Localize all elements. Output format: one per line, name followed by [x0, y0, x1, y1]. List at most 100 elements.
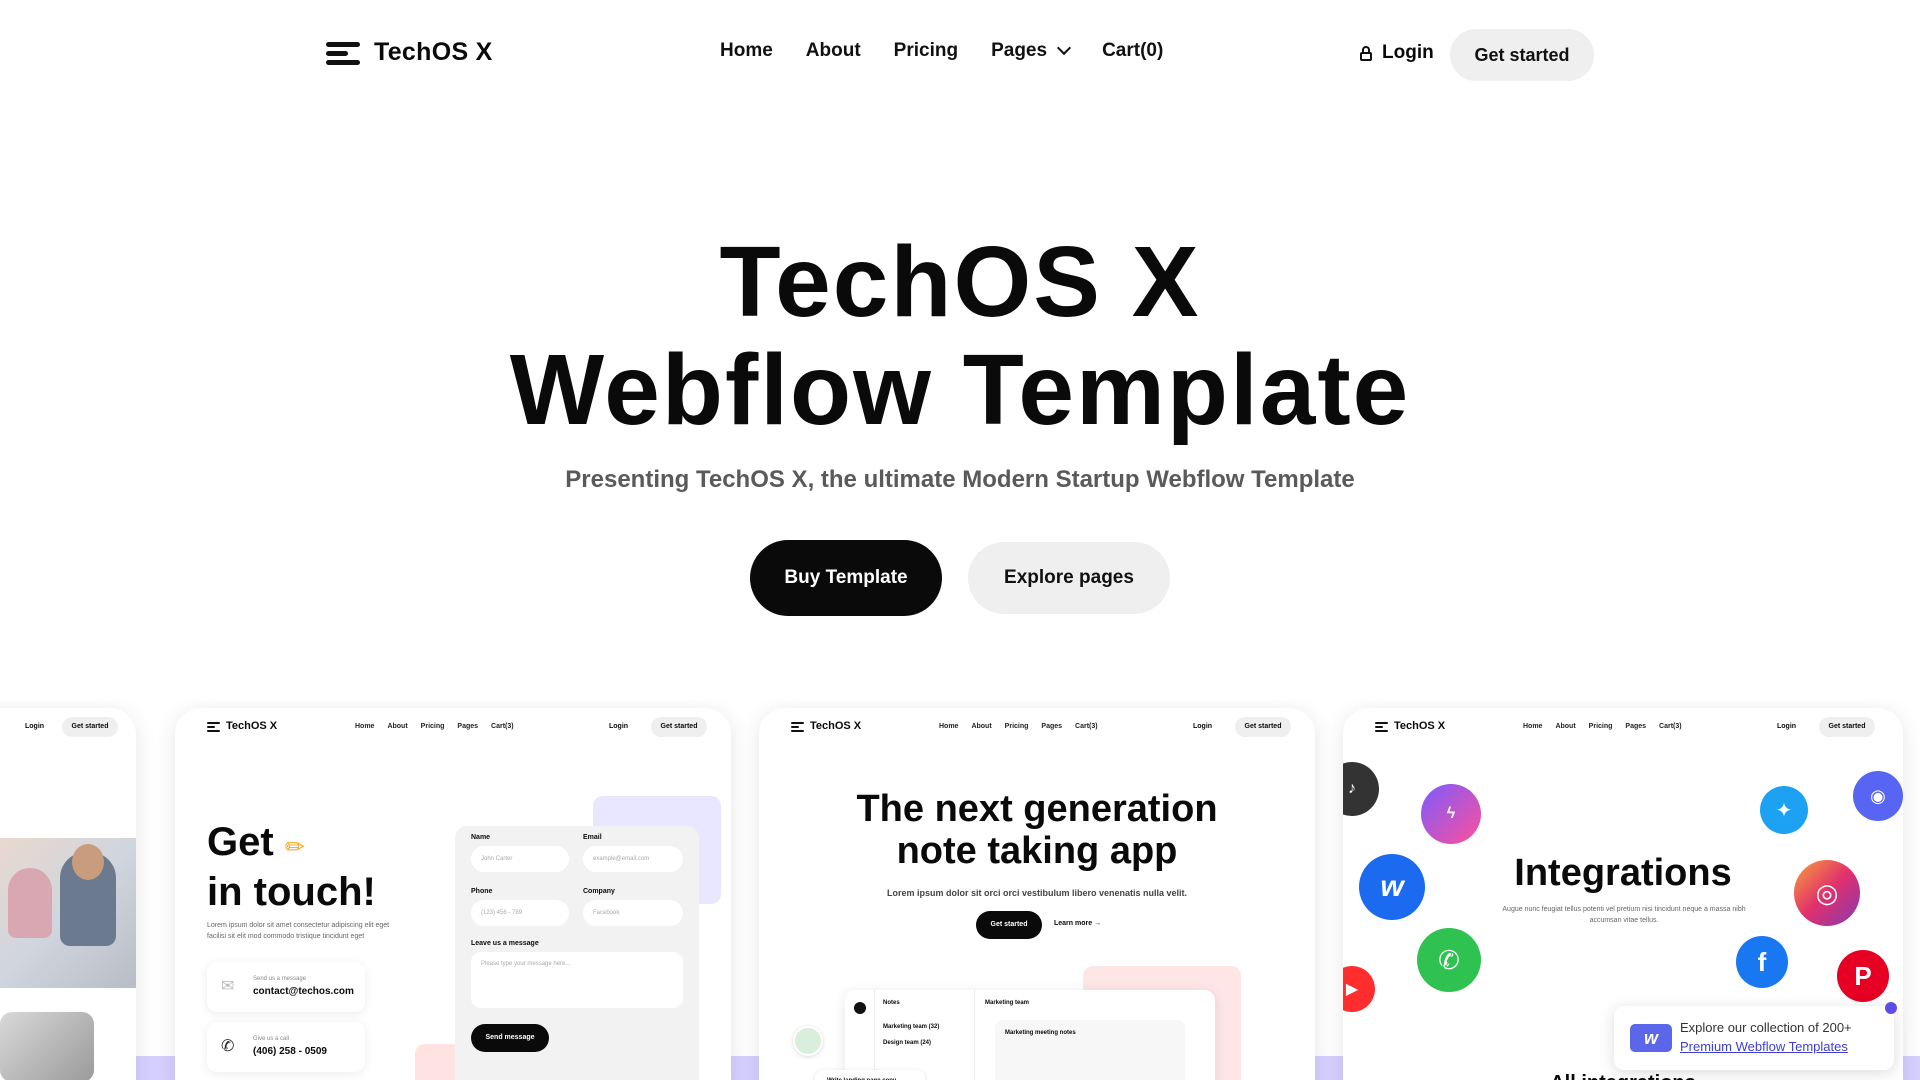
explore-pages-button[interactable]: Explore pages	[968, 542, 1170, 614]
nav-link-about[interactable]: About	[806, 40, 861, 62]
menu-lines-icon	[326, 39, 360, 67]
mini-login: Login	[25, 723, 45, 730]
email-label: Send us a message	[253, 976, 307, 982]
messenger-icon: ϟ	[1421, 784, 1481, 844]
mini-login: Login	[1193, 723, 1213, 730]
task-chip: Write landing page copy	[815, 1070, 925, 1080]
preview-card-about[interactable]: Login Get started	[0, 708, 136, 1080]
all-integrations-heading: All integrations	[1343, 1072, 1903, 1080]
send-message-button[interactable]: Send message	[471, 1024, 549, 1052]
pencil-icon: ✏	[284, 834, 305, 861]
hero-title: TechOS X Webflow Template	[0, 228, 1920, 444]
notes-title: The next generation note taking app	[759, 788, 1315, 872]
mini-links: Home About Pricing Pages Cart(3)	[355, 723, 514, 730]
webflow-logo-icon: w	[1630, 1024, 1672, 1052]
app-notes-item: Marketing team (32)	[883, 1024, 940, 1030]
nav-link-pages[interactable]: Pages	[991, 40, 1072, 62]
nav-link-pages-label: Pages	[991, 40, 1048, 61]
hero-subtitle: Presenting TechOS X, the ultimate Modern…	[565, 466, 1355, 493]
premium-templates-link[interactable]: Premium Webflow Templates	[1680, 1039, 1848, 1054]
app-sidebar	[845, 990, 875, 1080]
app-logo-dot	[854, 1002, 866, 1014]
avatar	[793, 1026, 823, 1056]
lock-icon	[1360, 45, 1372, 61]
integrations-subtitle: Augue nunc feugiat tellus potenti vel pr…	[1502, 906, 1746, 924]
phone-field[interactable]: (123) 456 - 789	[471, 900, 569, 926]
nav-link-pricing[interactable]: Pricing	[894, 40, 958, 62]
integrations-title: Integrations	[1514, 852, 1732, 894]
app-note-panel: Marketing meeting notes	[995, 1020, 1185, 1080]
app-notes-list: Notes Marketing team (32) Design team (2…	[875, 990, 975, 1080]
whatsapp-icon: ✆	[1417, 928, 1481, 992]
company-field[interactable]: Facebook	[583, 900, 683, 926]
mini-links: Home About Pricing Pages Cart(3)	[939, 723, 1098, 730]
office-photo	[0, 1012, 94, 1080]
mini-link: Home	[1523, 723, 1543, 730]
hero-title-line2: Webflow Template	[509, 334, 1411, 446]
youtube-icon: ▶	[1343, 966, 1375, 1012]
phone-value: (406) 258 - 0509	[253, 1046, 327, 1057]
twitter-icon: ✦	[1760, 786, 1808, 834]
main-menu: Home About Pricing Pages Cart(0)	[720, 40, 1163, 62]
hero-title-line1: TechOS X	[719, 226, 1201, 338]
mini-get-started: Get started	[62, 717, 118, 737]
email-field[interactable]: example@email.com	[583, 846, 683, 872]
mini-navbar: TechOS X Home About Pricing Pages Cart(3…	[175, 708, 731, 748]
mini-link: Pages	[457, 723, 479, 730]
nav-link-home[interactable]: Home	[720, 40, 773, 62]
team-photo	[0, 838, 136, 988]
mini-brand-name: TechOS X	[226, 720, 278, 732]
menu-lines-icon	[791, 721, 804, 732]
name-field[interactable]: John Carter	[471, 846, 569, 872]
mini-login: Login	[1777, 723, 1797, 730]
mini-get-started: Get started	[1819, 717, 1875, 737]
mini-brand: TechOS X	[207, 720, 277, 732]
login-link[interactable]: Login	[1360, 42, 1434, 64]
mini-link: Home	[939, 723, 959, 730]
templates-promo-toast[interactable]: w Explore our collection of 200+ Premium…	[1614, 1006, 1894, 1070]
mini-link: Pages	[1625, 723, 1647, 730]
notification-dot	[1885, 1002, 1897, 1014]
mini-link: About	[1555, 723, 1576, 730]
mini-link: Cart(3)	[491, 723, 514, 730]
mini-get-started: Get started	[1235, 717, 1291, 737]
mini-link: About	[387, 723, 408, 730]
mini-link: Pricing	[420, 723, 445, 730]
mini-brand-name: TechOS X	[1394, 720, 1446, 732]
notes-title-line2: note taking app	[896, 830, 1178, 872]
contact-title-line2: in touch!	[207, 870, 376, 914]
top-navbar: TechOS X Home About Pricing Pages Cart(0…	[0, 0, 1920, 108]
message-label: Leave us a message	[471, 940, 539, 947]
nav-link-cart[interactable]: Cart(0)	[1102, 40, 1163, 62]
notes-get-started: Get started	[976, 911, 1042, 939]
mini-navbar: TechOS X Home About Pricing Pages Cart(3…	[1343, 708, 1903, 748]
notes-title-line1: The next generation	[856, 788, 1218, 830]
name-label: Name	[471, 834, 491, 841]
brand-logo[interactable]: TechOS X	[326, 38, 493, 67]
mini-link: About	[971, 723, 992, 730]
preview-card-contact[interactable]: TechOS X Home About Pricing Pages Cart(3…	[175, 708, 731, 1080]
get-started-button[interactable]: Get started	[1450, 29, 1594, 81]
mini-brand: TechOS X	[791, 720, 861, 732]
mini-login: Login	[609, 723, 629, 730]
message-field[interactable]: Please type your message here...	[471, 952, 683, 1008]
email-info-box: ✉ Send us a message contact@techos.com	[207, 962, 365, 1012]
phone-label: Give us a call	[253, 1036, 290, 1042]
buy-template-button[interactable]: Buy Template	[750, 540, 942, 616]
pinterest-icon: P	[1837, 950, 1889, 1002]
discord-icon: ◉	[1853, 771, 1903, 821]
mini-links: Home About Pricing Pages Cart(3)	[1523, 723, 1682, 730]
menu-lines-icon	[207, 721, 220, 732]
mini-link: Pricing	[1004, 723, 1029, 730]
mini-link: Cart(3)	[1659, 723, 1682, 730]
preview-card-notes[interactable]: TechOS X Home About Pricing Pages Cart(3…	[759, 708, 1315, 1080]
toast-text: Explore our collection of 200+	[1680, 1020, 1852, 1035]
contact-title: Get ✏ in touch!	[207, 820, 376, 914]
chevron-down-icon	[1056, 40, 1072, 56]
login-label: Login	[1382, 42, 1434, 63]
mini-get-started: Get started	[651, 717, 707, 737]
mini-brand-name: TechOS X	[810, 720, 862, 732]
mini-link: Pricing	[1588, 723, 1613, 730]
mini-link: Home	[355, 723, 375, 730]
contact-title-line1: Get	[207, 820, 274, 864]
